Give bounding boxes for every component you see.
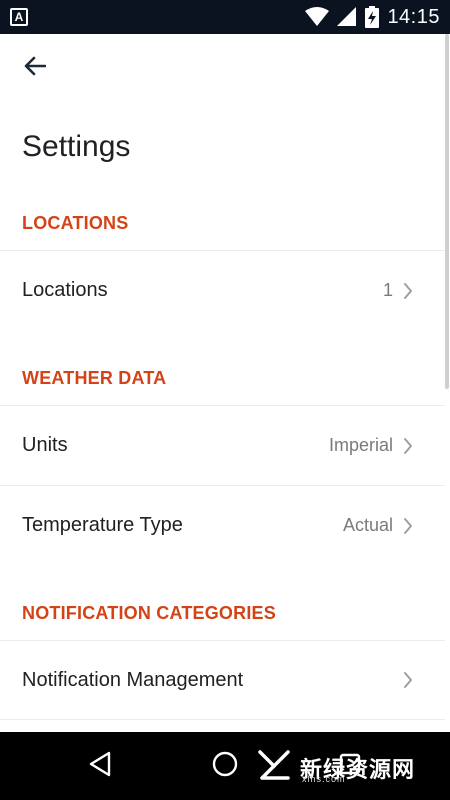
nav-home-button[interactable]	[209, 750, 241, 782]
row-right: Imperial	[329, 435, 413, 456]
settings-row-locations[interactable]: Locations 1	[0, 250, 445, 330]
home-circle-icon	[211, 750, 239, 783]
row-label: Units	[22, 434, 68, 456]
back-button[interactable]	[18, 51, 52, 85]
section-header-locations: LOCATIONS	[22, 213, 129, 233]
chevron-right-icon	[403, 437, 413, 455]
row-value: Imperial	[328, 435, 393, 455]
status-bar-left: A	[10, 8, 28, 26]
row-right: 1	[383, 280, 413, 301]
settings-row-temperature-type[interactable]: Temperature Type Actual	[0, 485, 445, 565]
settings-row-units[interactable]: Units Imperial	[0, 405, 445, 485]
chevron-right-icon	[403, 282, 413, 300]
row-label: Notification Management	[22, 668, 244, 691]
status-bar-right: 14:15	[305, 6, 440, 29]
chevron-right-icon	[403, 671, 413, 689]
watermark-subtext: xlhs.com	[302, 774, 346, 784]
wifi-icon	[305, 7, 330, 27]
row-value: 1	[382, 280, 393, 300]
row-right: Actual	[343, 515, 413, 536]
row-label: Temperature Type	[22, 514, 183, 536]
watermark-logo-icon	[258, 750, 294, 785]
arrow-left-icon	[24, 56, 47, 81]
row-value: Actual	[342, 515, 393, 535]
app-toolbar	[0, 34, 450, 102]
battery-charging-icon	[365, 6, 380, 28]
nav-back-button[interactable]	[84, 750, 116, 782]
app-notification-icon: A	[10, 8, 28, 26]
section-header-weather-data: WEATHER DATA	[22, 368, 167, 388]
back-triangle-icon	[87, 750, 113, 783]
settings-row-notification-management[interactable]: Notification Management	[0, 640, 445, 720]
watermark: 新绿资源网 xlhs.com	[258, 750, 415, 785]
page-title: Settings	[22, 130, 131, 163]
section-header-notification-categories: NOTIFICATION CATEGORIES	[22, 603, 276, 623]
status-bar: A 14:15	[0, 0, 450, 34]
row-label: Locations	[22, 279, 108, 301]
row-right	[393, 671, 413, 689]
chevron-right-icon	[403, 517, 413, 535]
scrollbar[interactable]	[445, 34, 449, 389]
signal-icon	[337, 7, 357, 27]
status-time: 14:15	[387, 5, 440, 28]
